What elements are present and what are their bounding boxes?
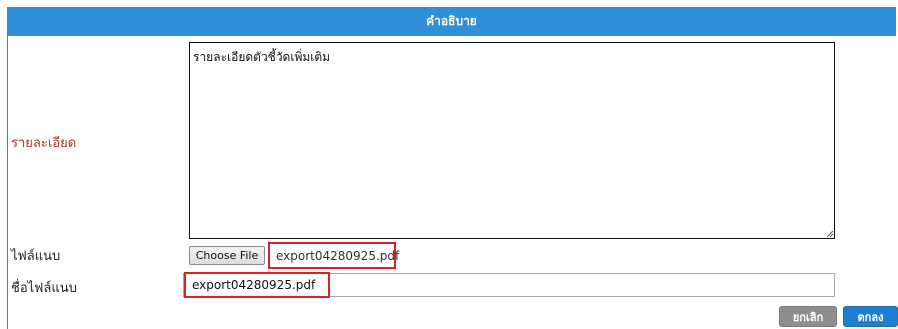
attachment-name-value[interactable]: export04280925.pdf [184, 272, 330, 298]
panel-title: คำอธิบาย [426, 14, 477, 28]
panel-header: คำอธิบาย [7, 7, 896, 36]
cancel-button[interactable]: ยกเลิก [779, 306, 837, 327]
ok-button[interactable]: ตกลง [843, 306, 898, 327]
resize-grip-icon[interactable] [826, 230, 834, 238]
selected-file-name: export04280925.pdf [268, 242, 399, 269]
attachment-label: ไฟล์แนบ [11, 249, 61, 264]
attachment-name-label: ชื่อไฟล์แนบ [11, 281, 77, 296]
detail-textarea[interactable]: รายละเอียดตัวชี้วัดเพิ่มเติม [189, 42, 835, 239]
choose-file-button[interactable]: Choose File [189, 246, 265, 265]
detail-label: รายละเอียด [11, 136, 77, 151]
